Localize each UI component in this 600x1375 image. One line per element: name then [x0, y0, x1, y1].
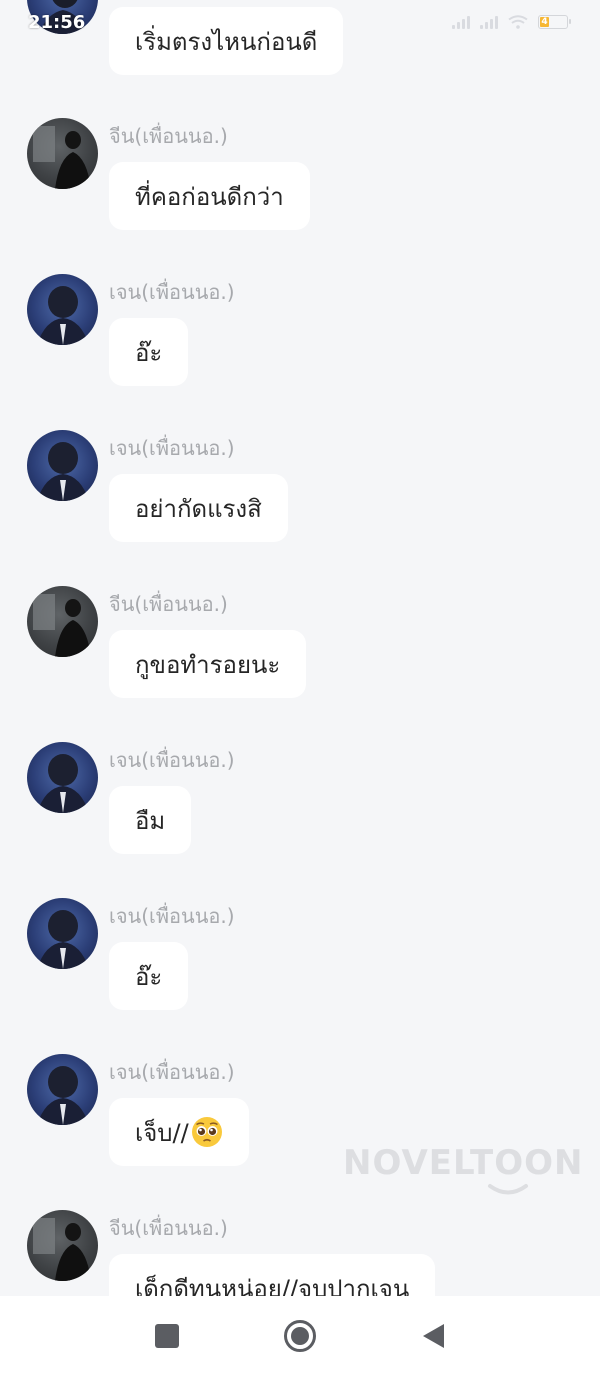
avatar[interactable] [27, 742, 98, 813]
recent-apps-icon [154, 1323, 179, 1348]
chat-message: เจน(เพื่อนนอ.) อืม [0, 742, 600, 858]
chat-message: จีน(เพื่อนนอ.) ที่คอก่อนดีกว่า [0, 118, 600, 234]
message-bubble[interactable]: อย่ากัดแรงสิ [109, 474, 288, 542]
message-text: เริ่มตรงไหนก่อนดี [135, 27, 318, 56]
navigation-bar [0, 1296, 600, 1375]
avatar[interactable] [27, 118, 98, 189]
chat-message-list[interactable]: เริ่มตรงไหนก่อนดี จีน(เพื่อนนอ.) ที่คอก่… [0, 0, 600, 1296]
pleading-face-emoji [191, 1117, 222, 1147]
home-button[interactable] [276, 1312, 324, 1360]
avatar[interactable] [27, 898, 98, 969]
sender-name: เจน(เพื่อนนอ.) [109, 436, 235, 460]
back-button[interactable] [409, 1312, 457, 1360]
message-text: อ๊ะ [135, 338, 163, 367]
message-bubble[interactable]: อืม [109, 786, 192, 854]
message-bubble[interactable]: ที่คอก่อนดีกว่า [109, 162, 310, 230]
message-bubble[interactable]: เจ็บ// [109, 1098, 249, 1166]
sender-name: เจน(เพื่อนนอ.) [109, 748, 235, 772]
watermark-smile-icon [488, 1184, 528, 1195]
message-text: เด็กดีทนหน่อย//จูบปากเจน [135, 1274, 410, 1297]
chat-message: เจน(เพื่อนนอ.) อ๊ะ [0, 274, 600, 390]
avatar[interactable] [27, 1210, 98, 1281]
message-text: เจ็บ// [135, 1118, 189, 1147]
chat-message: เจน(เพื่อนนอ.) อย่ากัดแรงสิ [0, 430, 600, 546]
chat-message: เจน(เพื่อนนอ.) อ๊ะ [0, 898, 600, 1014]
sender-name: จีน(เพื่อนนอ.) [109, 124, 228, 148]
message-text: อ๊ะ [135, 962, 163, 991]
message-bubble[interactable]: อ๊ะ [109, 318, 189, 386]
chat-message: จีน(เพื่อนนอ.) กูขอทำรอยนะ [0, 586, 600, 702]
recent-apps-button[interactable] [143, 1312, 191, 1360]
sender-name: เจน(เพื่อนนอ.) [109, 1060, 235, 1084]
chat-message: จีน(เพื่อนนอ.) เด็กดีทนหน่อย//จูบปากเจน [0, 1210, 600, 1296]
home-icon [283, 1319, 316, 1352]
sender-name: เจน(เพื่อนนอ.) [109, 280, 235, 304]
message-text: ที่คอก่อนดีกว่า [135, 182, 284, 211]
sender-name: จีน(เพื่อนนอ.) [109, 592, 228, 616]
message-text: อย่ากัดแรงสิ [135, 494, 262, 523]
avatar[interactable] [27, 0, 98, 34]
avatar[interactable] [27, 274, 98, 345]
message-bubble[interactable]: อ๊ะ [109, 942, 189, 1010]
chat-screen: เริ่มตรงไหนก่อนดี จีน(เพื่อนนอ.) ที่คอก่… [0, 0, 600, 1375]
message-bubble[interactable]: เด็กดีทนหน่อย//จูบปากเจน [109, 1254, 436, 1297]
message-text: อืม [135, 806, 166, 835]
message-bubble[interactable]: เริ่มตรงไหนก่อนดี [109, 7, 344, 75]
avatar[interactable] [27, 430, 98, 501]
watermark: NOVELTOON [343, 1143, 584, 1183]
avatar[interactable] [27, 1054, 98, 1125]
back-icon [423, 1323, 445, 1348]
avatar[interactable] [27, 586, 98, 657]
message-bubble[interactable]: กูขอทำรอยนะ [109, 630, 307, 698]
sender-name: จีน(เพื่อนนอ.) [109, 1216, 228, 1240]
sender-name: เจน(เพื่อนนอ.) [109, 904, 235, 928]
message-text: กูขอทำรอยนะ [135, 650, 281, 679]
